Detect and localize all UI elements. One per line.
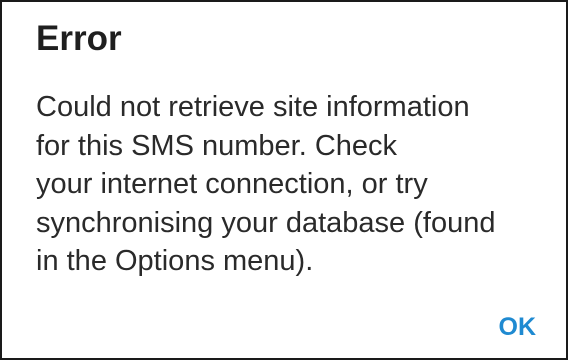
- message-line: for this SMS number. Check: [36, 129, 398, 162]
- message-line: your internet connection, or try: [36, 168, 428, 200]
- dialog-message: Could not retrieve site information for …: [36, 88, 495, 281]
- message-line: synchronising your database (found: [36, 206, 496, 239]
- ok-button[interactable]: OK: [499, 310, 537, 344]
- message-line: in the Options menu).: [36, 245, 314, 277]
- message-line: Could not retrieve site information: [36, 91, 470, 123]
- error-dialog: Error Could not retrieve site informatio…: [0, 0, 568, 360]
- dialog-title: Error: [36, 19, 122, 58]
